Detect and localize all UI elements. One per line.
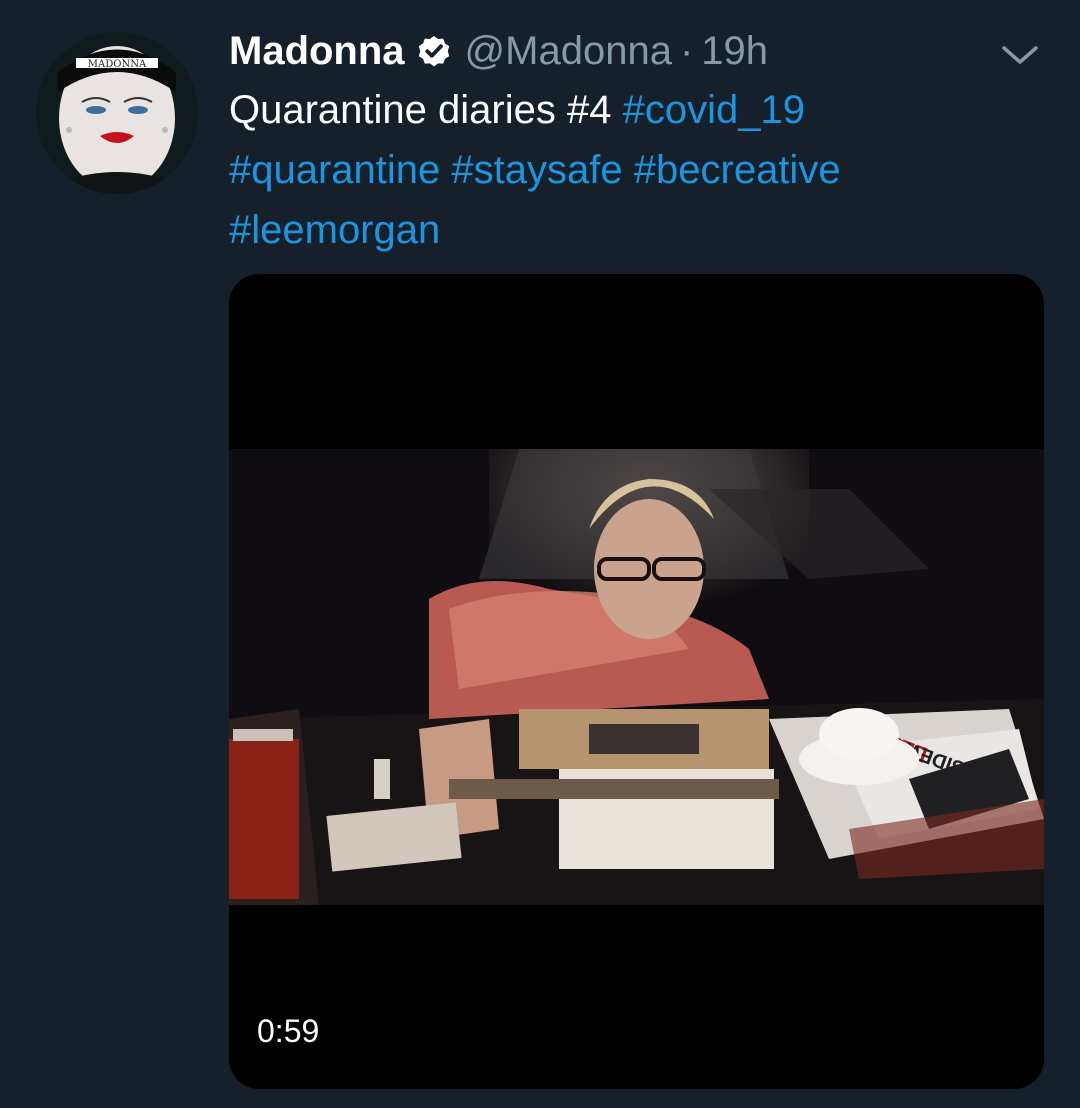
tweet-header: Madonna @Madonna · 19h: [229, 24, 768, 78]
header-separator: ·: [679, 29, 694, 73]
hashtag-link[interactable]: #leemorgan: [229, 208, 440, 252]
tweet-timestamp[interactable]: 19h: [701, 24, 768, 78]
video-duration: 0:59: [257, 1013, 320, 1049]
verified-badge-icon: [415, 32, 453, 70]
video-player[interactable]: LEE THE SIDEWINDER 0:59: [229, 274, 1044, 1089]
hashtag-link[interactable]: #quarantine: [229, 148, 440, 192]
hashtag-link[interactable]: #becreative: [634, 148, 841, 192]
avatar-logo-text: MADONNA: [88, 59, 147, 70]
hashtag-link[interactable]: #staysafe: [451, 148, 622, 192]
video-frame: LEE THE SIDEWINDER: [229, 449, 1044, 905]
tweet-text: Quarantine diaries #4 #covid_19 #quarant…: [229, 80, 1029, 260]
hashtag-link[interactable]: #covid_19: [623, 88, 805, 132]
display-name[interactable]: Madonna: [229, 24, 405, 78]
avatar[interactable]: MADONNA: [36, 32, 198, 194]
tweet-text-plain: Quarantine diaries #4: [229, 88, 623, 132]
user-handle[interactable]: @Madonna: [465, 24, 672, 78]
chevron-down-icon[interactable]: [996, 36, 1044, 76]
